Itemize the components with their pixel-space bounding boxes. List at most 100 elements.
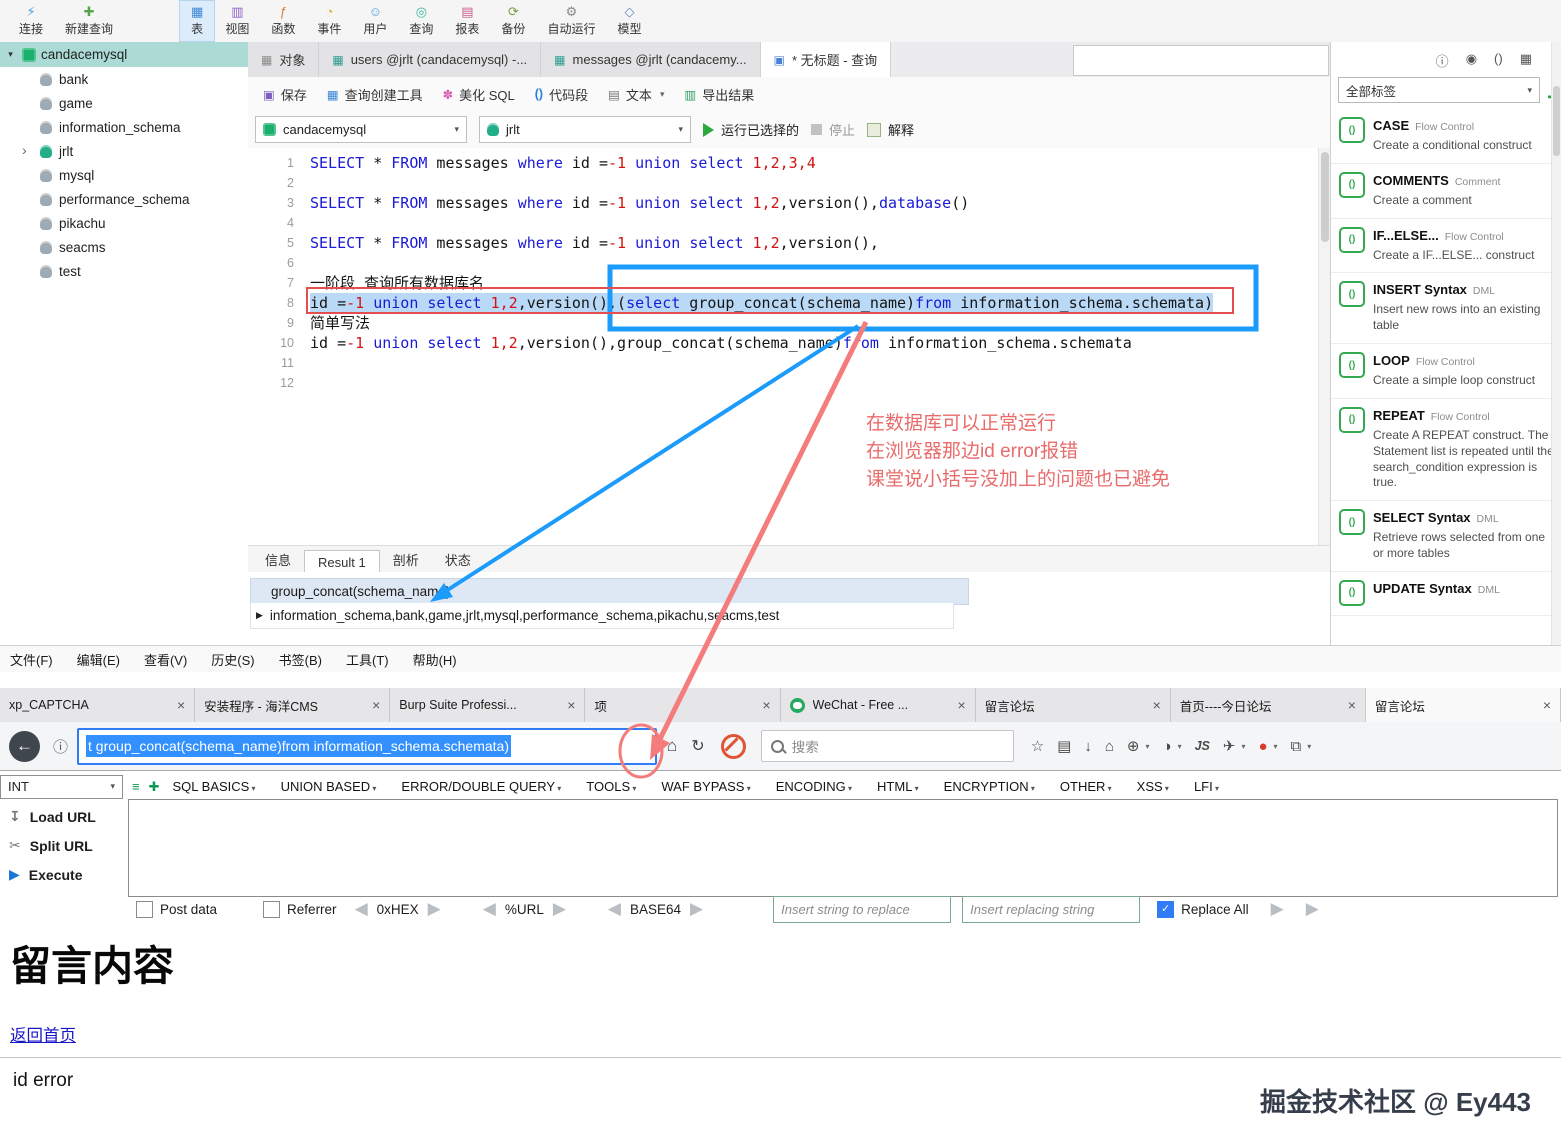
hackbar-menu-encryption[interactable]: ENCRYPTION [944, 779, 1035, 794]
sidebar-item-jrlt[interactable]: › jrlt [0, 139, 248, 163]
close-tab-icon[interactable]: × [372, 697, 380, 713]
toolbar-automation-button[interactable]: ⚙ 自动运行 [536, 1, 606, 41]
code-line[interactable]: 7 一阶段 查询所有数据库名 [248, 273, 1318, 293]
hackbar-menu-union-based[interactable]: UNION BASED [281, 779, 377, 794]
sidebar-item-performance-schema[interactable]: performance_schema [0, 187, 248, 211]
sidebar-item-seacms[interactable]: seacms [0, 235, 248, 259]
replace-all-checkbox[interactable] [1157, 900, 1175, 918]
code-line[interactable]: 12 [248, 373, 1318, 393]
scrollbar-thumb[interactable] [1321, 152, 1329, 242]
chevron-right-icon[interactable]: › [22, 139, 27, 163]
query-builder-button[interactable]: ▦ 查询创建工具 [318, 81, 432, 108]
result-tab-status[interactable]: 状态 [432, 546, 484, 573]
browser-tab-seacms-setup[interactable]: 安装程序 - 海洋CMS × [195, 688, 391, 722]
url-input[interactable]: t group_concat(schema_name)from informat… [77, 727, 658, 765]
result-row[interactable]: ▶ information_schema,bank,game,jrlt,mysq… [250, 603, 954, 629]
code-line[interactable]: 6 [248, 253, 1318, 273]
close-tab-icon[interactable]: × [1153, 697, 1161, 713]
post-data-checkbox[interactable] [136, 900, 153, 918]
split-url-button[interactable]: ✂ Split URL [0, 831, 127, 860]
toolbar-table-button[interactable]: ▦ 表 [179, 0, 216, 42]
snippet-select-syntax[interactable]: () SELECT Syntax DML Retrieve rows selected… [1331, 501, 1561, 572]
database-select[interactable]: jrlt ▾ [479, 116, 691, 143]
close-tab-icon[interactable]: × [1348, 697, 1356, 713]
code-snippet-button[interactable]: () 代码段 [526, 81, 597, 108]
hackbar-add-icon[interactable]: ✚ [149, 779, 160, 795]
eye-icon[interactable]: ◉ [1466, 51, 1477, 70]
code-line[interactable]: 3 SELECT * FROM messages where id =-1 uni… [248, 193, 1318, 213]
js-toggle-icon[interactable]: JS [1195, 739, 1210, 753]
download-icon[interactable]: ↓ [1084, 738, 1092, 755]
back-button[interactable]: ← [9, 730, 40, 762]
sidebar-item-mysql[interactable]: mysql [0, 163, 248, 187]
result-tab-info[interactable]: 信息 [252, 546, 304, 573]
sidebar-item-pikachu[interactable]: pikachu [0, 211, 248, 235]
toolbar-user-button[interactable]: ☺ 用户 [352, 1, 398, 41]
toolbar-model-button[interactable]: ◇ 模型 [606, 1, 652, 41]
scrollbar-thumb[interactable] [1553, 86, 1560, 156]
menubar-item[interactable]: 帮助(H) [413, 650, 457, 669]
close-tab-icon[interactable]: × [762, 697, 770, 713]
ribbon-right-icon[interactable]: ▶ [553, 899, 566, 919]
code-line[interactable]: 8 id =-1 union select 1,2,version(),(sele… [248, 293, 1318, 313]
snippet-update-syntax[interactable]: () UPDATE Syntax DML [1331, 572, 1561, 616]
close-tab-icon[interactable]: × [1543, 697, 1551, 713]
toolbar-new-query-button[interactable]: ✚ 新建查询 [54, 1, 124, 41]
sidebar-item-test[interactable]: test [0, 259, 248, 283]
star-icon[interactable]: ☆ [1031, 737, 1044, 755]
sidebar-item-game[interactable]: game [0, 91, 248, 115]
load-url-button[interactable]: ↧ Load URL [0, 802, 127, 831]
site-info-icon[interactable]: ⓘ [53, 736, 68, 757]
extensions-icon[interactable]: ⊕ [1127, 737, 1140, 755]
export-result-button[interactable]: ▥ 导出结果 [675, 81, 763, 108]
beautify-sql-button[interactable]: ✽ 美化 SQL [434, 81, 524, 108]
execute-button[interactable]: ▶ Execute [0, 860, 127, 889]
snippet-insert-syntax[interactable]: () INSERT Syntax DML Insert new rows into a… [1331, 273, 1561, 345]
text-view-button[interactable]: ▤ 文本 ▾ [599, 81, 673, 108]
ribbon-right-icon[interactable]: ▶ [1306, 899, 1319, 919]
doc-tab-objects[interactable]: ▦ 对象 [248, 42, 320, 77]
toolbar-query-button[interactable]: ◎ 查询 [398, 1, 444, 41]
result-tab-result-1[interactable]: Result 1 [304, 550, 380, 574]
menubar-item[interactable]: 历史(S) [211, 650, 254, 669]
code-line[interactable]: 1 SELECT * FROM messages where id =-1 uni… [248, 153, 1318, 173]
close-tab-icon[interactable]: × [567, 697, 575, 713]
menubar-item[interactable]: 文件(F) [10, 650, 53, 669]
back-home-link[interactable]: 返回首页 [10, 1022, 76, 1046]
browser-tab-xp-captcha[interactable]: xp_CAPTCHA × [0, 688, 196, 722]
toolbar-view-button[interactable]: ▥ 视图 [214, 1, 260, 41]
referrer-checkbox[interactable] [263, 900, 281, 918]
ribbon-right-icon[interactable]: ▶ [690, 899, 703, 919]
ribbon-right-icon[interactable]: ▶ [428, 899, 441, 919]
replace-with-input[interactable] [962, 895, 1141, 923]
menubar-item[interactable]: 查看(V) [144, 650, 187, 669]
search-field[interactable]: 搜索 [760, 730, 1014, 762]
hackbar-menu-lfi[interactable]: LFI [1194, 779, 1219, 794]
browser-tab-message-board-2[interactable]: 留言论坛 × [1365, 688, 1561, 722]
reload-icon[interactable]: ↻ [691, 736, 704, 756]
result-tab-profile[interactable]: 剖析 [380, 546, 432, 573]
send-tab-icon[interactable]: ✈ [1223, 737, 1236, 755]
toolbar-connect-button[interactable]: ⚡ 连接 [8, 1, 54, 41]
snippets-scrollbar[interactable] [1551, 42, 1561, 645]
sidebar-item-bank[interactable]: bank [0, 67, 248, 91]
snippet-comments[interactable]: () COMMENTS Comment Create a comment [1331, 164, 1561, 219]
code-line[interactable]: 11 [248, 353, 1318, 373]
code-snippet-icon[interactable]: () [1494, 51, 1503, 70]
snippet-case[interactable]: () CASE Flow Control Create a conditional c… [1331, 109, 1561, 164]
hackbar-preset-select[interactable]: INT ▾ [0, 774, 123, 799]
browser-tab-burp-suite[interactable]: Burp Suite Professi... × [390, 688, 586, 722]
split-view-icon[interactable]: ⧉ [1291, 738, 1302, 755]
toolbar-backup-button[interactable]: ⟳ 备份 [490, 1, 536, 41]
chevron-down-icon[interactable]: ▾ [4, 49, 17, 60]
chevron-down-icon[interactable]: ▾ [1145, 742, 1149, 751]
proxy-icon[interactable]: ● [1258, 738, 1267, 755]
snippet-loop[interactable]: () LOOP Flow Control Create a simple loop c… [1331, 344, 1561, 399]
close-tab-icon[interactable]: × [957, 697, 965, 713]
hackbar-menu-other[interactable]: OTHER [1060, 779, 1112, 794]
browser-tab-hidden-item[interactable]: 项 × [585, 688, 781, 722]
grid-icon[interactable]: ▦ [1520, 51, 1532, 70]
browser-tab-message-board-1[interactable]: 留言论坛 × [975, 688, 1171, 722]
chevron-down-icon[interactable]: ▾ [1274, 742, 1278, 751]
chevron-down-icon[interactable]: ▾ [1241, 742, 1245, 751]
